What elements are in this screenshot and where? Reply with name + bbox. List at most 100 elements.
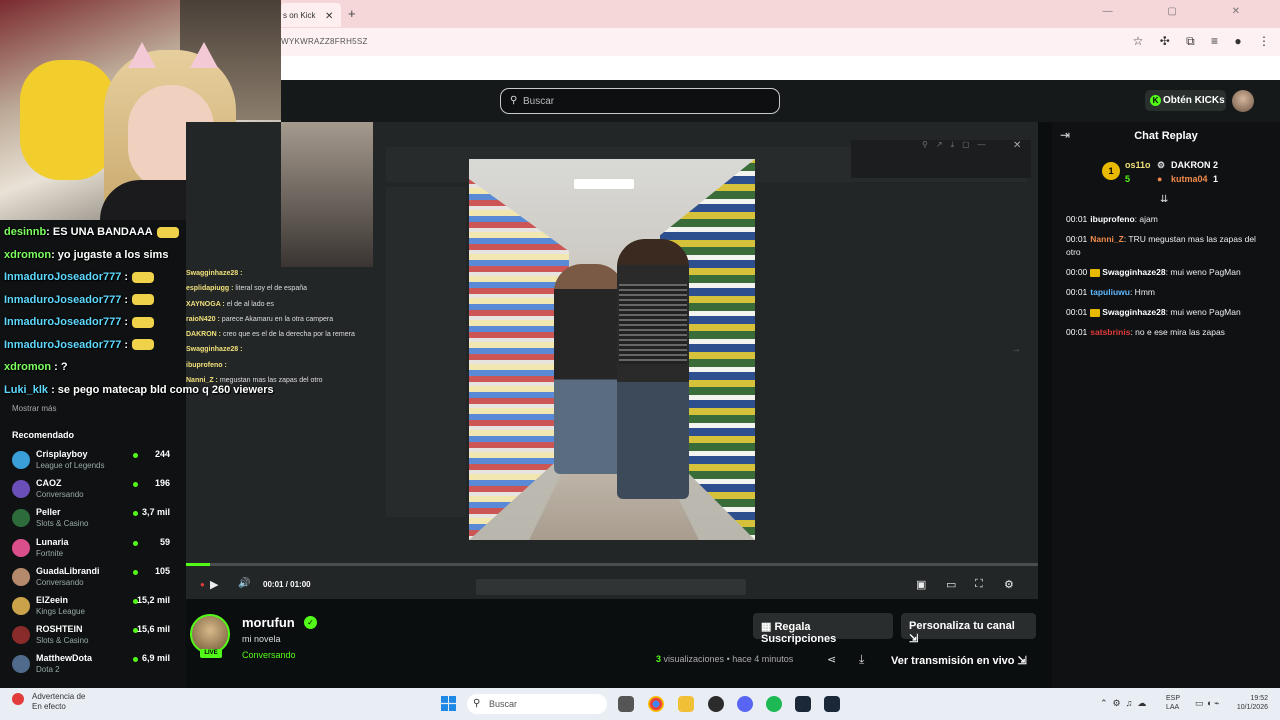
- bookmark-star-icon[interactable]: ☆: [1133, 34, 1144, 48]
- user-avatar[interactable]: [1232, 90, 1254, 112]
- puzzle-icon[interactable]: ⧉: [1186, 34, 1195, 48]
- channel-category: Conversando: [36, 577, 84, 587]
- overlay-chat-user: InmaduroJoseador777: [4, 316, 122, 328]
- channel-name[interactable]: morufun: [242, 615, 295, 630]
- overlay-chat-text: :: [121, 293, 129, 306]
- file-explorer-icon[interactable]: [678, 696, 694, 712]
- chrome-icon[interactable]: [648, 696, 664, 712]
- recommended-channel[interactable]: GuadaLibrandi Conversando 105: [12, 566, 170, 594]
- channel-avatar: [12, 626, 30, 645]
- site-header: ⚲ Buscar K Obtén KICKs: [281, 80, 1280, 122]
- channel-category: Kings League: [36, 607, 85, 616]
- viewer-count: 244: [154, 449, 170, 459]
- recommended-channel[interactable]: Crisplayboy League of Legends 244: [12, 449, 170, 477]
- os-taskbar: Advertencia de En efecto ⚲ Buscar ⌃ ⚙ ♫ …: [0, 688, 1280, 720]
- tab-close-icon[interactable]: ✕: [325, 11, 333, 22]
- stream-category[interactable]: Conversando: [242, 650, 296, 660]
- spotify-icon[interactable]: [766, 696, 782, 712]
- verified-check-icon: ✓: [304, 616, 317, 629]
- recommended-channel[interactable]: MatthewDota Dota 2 6,9 mil: [12, 653, 170, 681]
- settings-gear-icon[interactable]: ⚙: [1004, 578, 1014, 591]
- message-user[interactable]: satsbrinis: [1090, 327, 1130, 337]
- volume-icon[interactable]: 🔊: [238, 578, 250, 589]
- url-text[interactable]: WYKWRAZZ8FRH5SZ: [281, 37, 368, 46]
- recommended-channel[interactable]: Peller Slots & Casino 3,7 mil: [12, 507, 170, 535]
- message-user[interactable]: Swagginhaze28: [1102, 307, 1165, 317]
- leader-1-name[interactable]: os11o: [1125, 160, 1151, 170]
- play-button[interactable]: ▶: [210, 578, 218, 591]
- message-user[interactable]: Nanni_Z: [1090, 234, 1124, 244]
- window-controls[interactable]: — ▢ ✕: [1103, 6, 1266, 17]
- playlist-icon[interactable]: ≡: [1211, 34, 1218, 48]
- stream-title: mi novela: [242, 634, 281, 644]
- overlay-chat-user: xdromon: [4, 361, 52, 373]
- gift-subs-button[interactable]: ▦ Regala Suscripciones: [753, 613, 893, 645]
- time-display: 00:01 / 01:00: [263, 580, 311, 589]
- pip-icon[interactable]: ▣: [916, 578, 926, 591]
- message-user[interactable]: Swagginhaze28: [1102, 267, 1165, 277]
- warning-line-1: Advertencia de: [32, 692, 86, 701]
- clock[interactable]: 19:52 10/1/2026: [1230, 694, 1268, 712]
- chat-message: 00:01 tapuliuwu: Hmm: [1066, 286, 1271, 299]
- chat-replay-panel: ⇥ Chat Replay 1 os11o 5 ⚙ DAKRON 2 ● kut…: [1052, 122, 1280, 688]
- crown-icon: [1090, 308, 1101, 317]
- recommended-channel[interactable]: ElZeein Kings League 15,2 mil: [12, 595, 170, 623]
- live-dot-icon: [133, 540, 138, 546]
- message-time: 00:01: [1066, 214, 1088, 224]
- pinned-expand-icon[interactable]: ⇊: [1160, 194, 1168, 205]
- new-tab-button[interactable]: +: [348, 6, 356, 21]
- browser-tab[interactable]: s on Kick ✕: [281, 3, 341, 27]
- overlay-chat-text: : yo jugaste a los sims: [51, 248, 169, 261]
- warning-notification[interactable]: Advertencia de En efecto: [12, 692, 86, 712]
- share-icon[interactable]: ⋖: [827, 653, 836, 666]
- customize-channel-button[interactable]: Personaliza tu canal ⇲: [901, 613, 1036, 645]
- taskbar-search[interactable]: ⚲ Buscar: [467, 694, 607, 714]
- recommended-channel[interactable]: ROSHTEIN Slots & Casino 15,6 mil: [12, 624, 170, 652]
- warning-icon: [12, 693, 24, 705]
- channel-name: ElZeein: [36, 595, 69, 605]
- badge-icon: ●: [1157, 174, 1163, 184]
- recommended-channel[interactable]: Lunaria Fortnite 59: [12, 537, 170, 565]
- steam-icon[interactable]: [795, 696, 811, 712]
- fullscreen-icon[interactable]: ⛶: [975, 578, 983, 591]
- system-tray-icons[interactable]: ⌃ ⚙ ♫ ☁: [1100, 698, 1146, 709]
- watch-live-button[interactable]: Ver transmisión en vivo ⇲: [891, 654, 1027, 667]
- recommended-channel[interactable]: CAOZ Conversando 196: [12, 478, 170, 506]
- lang-line-1: ESP: [1166, 695, 1181, 702]
- profile-icon[interactable]: ●: [1234, 34, 1241, 48]
- start-windows-icon[interactable]: [441, 696, 456, 711]
- leader-2-name[interactable]: DAKRON: [1171, 160, 1211, 170]
- extension-icon[interactable]: ✣: [1160, 34, 1170, 48]
- more-menu-icon[interactable]: ⋮: [1258, 34, 1270, 48]
- mirrored-chat-text: parece Akamaru en la otra campera: [219, 315, 334, 323]
- download-icon[interactable]: ⤓: [859, 652, 864, 667]
- video-player[interactable]: Swagginhaze28 : esplidapiugg : literal so…: [186, 122, 1038, 599]
- watch-live-label: Ver transmisión en vivo: [891, 655, 1015, 667]
- discord-icon[interactable]: [737, 696, 753, 712]
- gift-icon: ⚙: [1157, 160, 1166, 170]
- leader-3-name[interactable]: kutma04: [1171, 174, 1208, 184]
- language-indicator[interactable]: ESP LAA: [1166, 694, 1180, 712]
- chat-message: 00:01 Swagginhaze28: mui weno PagMan: [1066, 306, 1271, 319]
- overlay-chat-line: InmaduroJoseador777 :: [4, 338, 194, 361]
- message-user[interactable]: ibuprofeno: [1090, 214, 1134, 224]
- channel-avatar: [12, 567, 30, 586]
- network-volume-icons[interactable]: ▭ ◖ ⌁: [1195, 698, 1219, 709]
- get-kicks-button[interactable]: K Obtén KICKs: [1145, 90, 1226, 111]
- mirrored-chat-user: Swagginhaze28 :: [186, 346, 243, 354]
- emote-icon: [156, 226, 179, 238]
- channel-avatar[interactable]: [190, 614, 230, 654]
- chat-message: 00:01 ibuprofeno: ajam: [1066, 213, 1271, 226]
- next-arrow-icon[interactable]: →: [1011, 344, 1021, 355]
- message-user[interactable]: tapuliuwu: [1090, 287, 1130, 297]
- steam-icon[interactable]: [824, 696, 840, 712]
- live-badge: LIVE: [200, 649, 222, 658]
- channel-name: CAOZ: [36, 478, 62, 489]
- theater-icon[interactable]: ▭: [946, 578, 956, 591]
- task-view-icon[interactable]: [618, 696, 634, 712]
- search-input[interactable]: ⚲ Buscar: [500, 88, 780, 114]
- progress-bar[interactable]: [186, 563, 1038, 566]
- close-icon[interactable]: ✕: [1013, 140, 1021, 151]
- app-icon[interactable]: [708, 696, 724, 712]
- show-more-link[interactable]: Mostrar más: [12, 404, 56, 413]
